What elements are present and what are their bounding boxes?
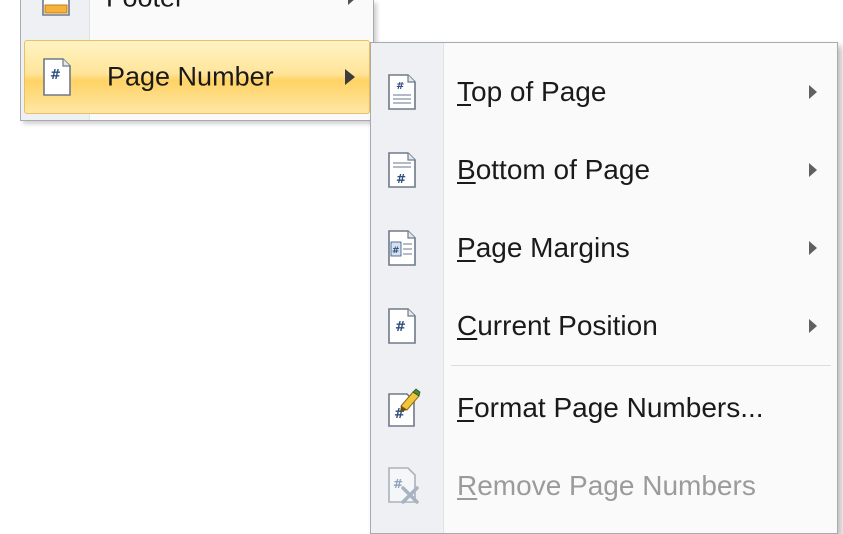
menu-item-label: Top of Page xyxy=(457,76,607,107)
menu-separator xyxy=(451,365,831,366)
page-number-icon: # xyxy=(41,57,73,97)
menu-item-remove-page-numbers: # Remove Page Numbers xyxy=(371,447,837,525)
page-margins-icon: # xyxy=(387,229,417,267)
submenu-arrow-icon xyxy=(809,85,817,99)
svg-text:#: # xyxy=(50,68,61,83)
insert-menu: Footer # Page Number xyxy=(20,0,374,121)
page-number-submenu: # Top of Page # Bottom of Page # Page Ma… xyxy=(370,42,838,534)
menu-item-top-of-page[interactable]: # Top of Page xyxy=(371,53,837,131)
submenu-arrow-icon xyxy=(809,241,817,255)
menu-item-label: Current Position xyxy=(457,310,658,341)
menu-item-footer[interactable]: Footer xyxy=(24,0,370,22)
submenu-arrow-icon xyxy=(345,69,355,85)
svg-text:#: # xyxy=(392,246,400,256)
menu-item-label: Page Margins xyxy=(457,232,630,263)
menu-item-format-page-numbers[interactable]: # Format Page Numbers... xyxy=(371,369,837,447)
menu-item-page-number[interactable]: # Page Number xyxy=(24,40,370,114)
footer-icon xyxy=(40,0,72,17)
submenu-arrow-icon xyxy=(809,319,817,333)
menu-item-label: Page Number xyxy=(107,61,274,92)
svg-text:#: # xyxy=(396,172,406,186)
menu-item-label: Format Page Numbers... xyxy=(457,392,764,423)
top-of-page-icon: # xyxy=(387,73,417,111)
menu-item-current-position[interactable]: # Current Position xyxy=(371,287,837,365)
menu-item-label: Remove Page Numbers xyxy=(457,470,756,501)
bottom-of-page-icon: # xyxy=(387,151,417,189)
remove-page-numbers-icon: # xyxy=(387,466,421,506)
menu-item-bottom-of-page[interactable]: # Bottom of Page xyxy=(371,131,837,209)
current-position-icon: # xyxy=(387,307,417,345)
menu-item-label: Footer xyxy=(106,0,184,14)
svg-text:#: # xyxy=(395,320,406,335)
submenu-arrow-icon xyxy=(809,163,817,177)
menu-item-label: Bottom of Page xyxy=(457,154,651,185)
submenu-arrow-icon xyxy=(348,0,356,5)
format-page-numbers-icon: # xyxy=(387,388,421,428)
menu-item-page-margins[interactable]: # Page Margins xyxy=(371,209,837,287)
svg-text:#: # xyxy=(396,81,404,92)
